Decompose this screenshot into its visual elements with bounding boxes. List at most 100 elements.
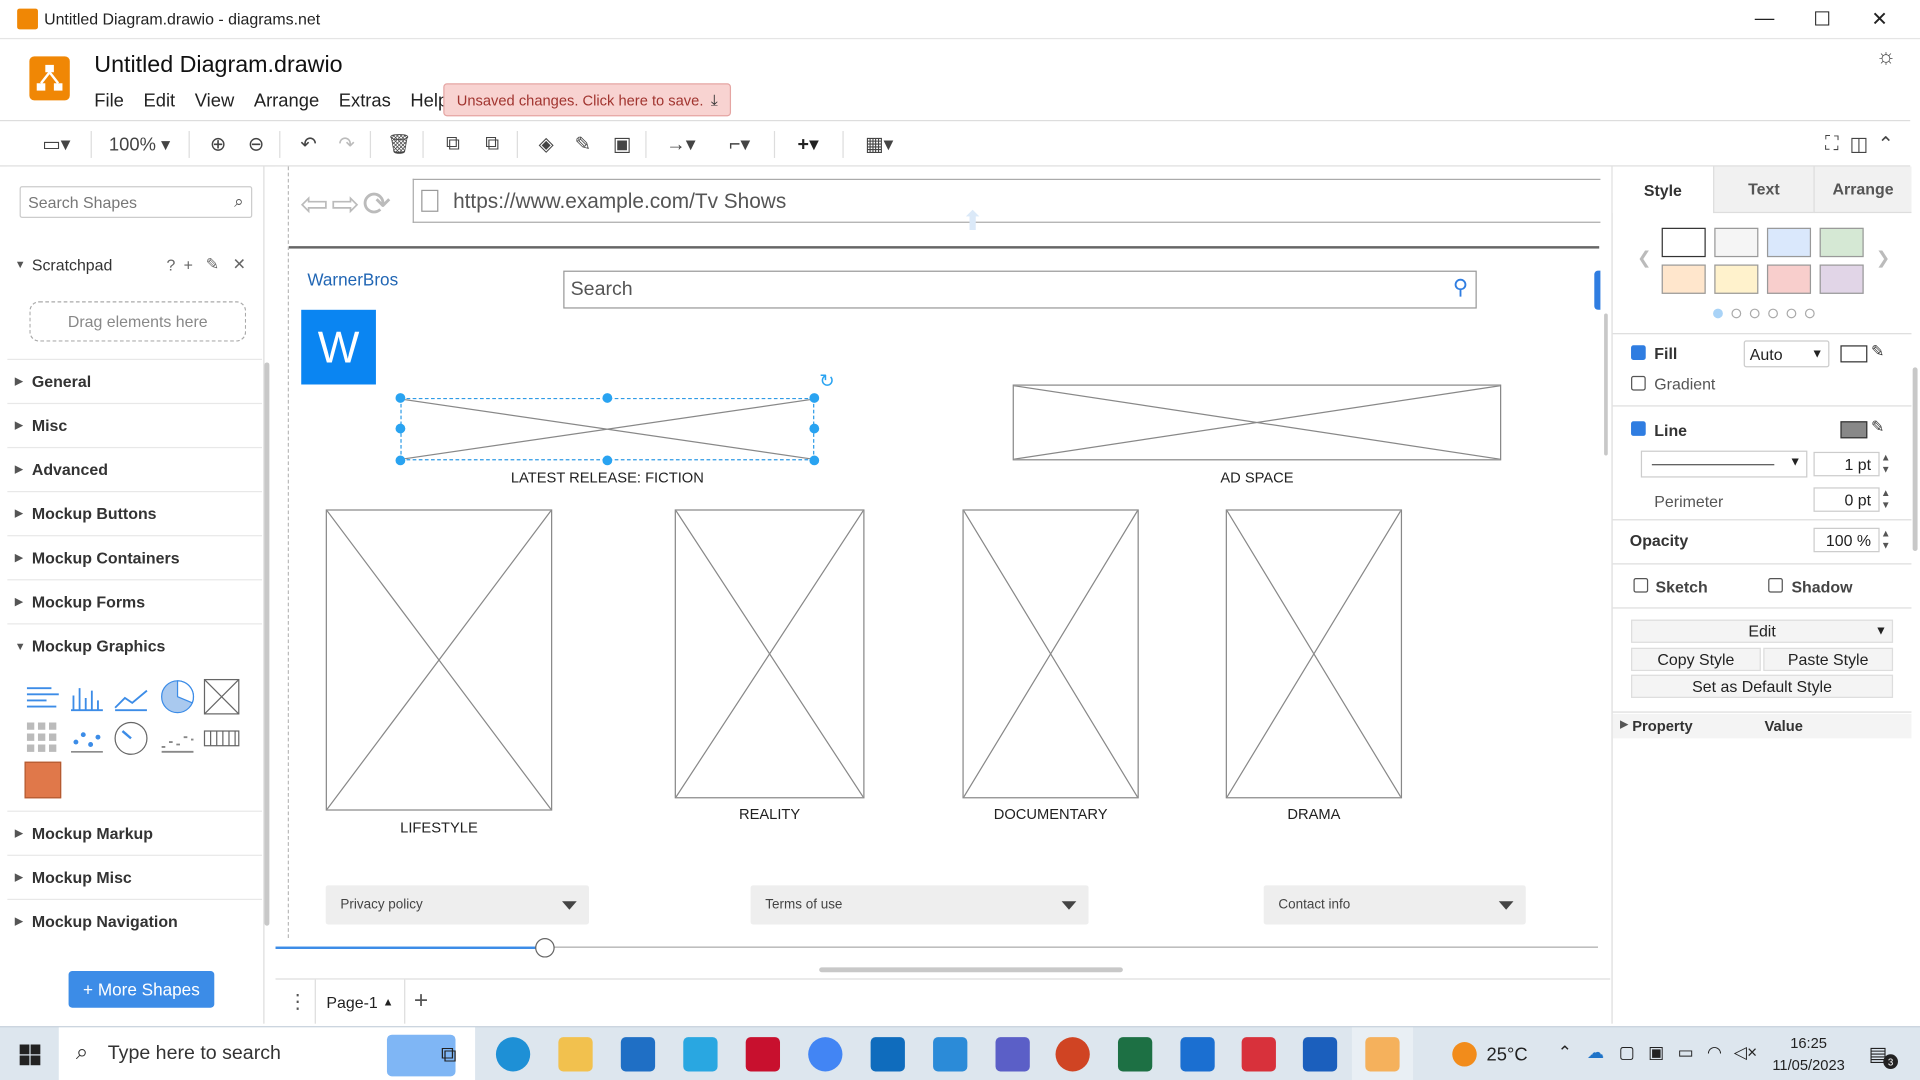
chevron-right-icon[interactable]: ❯: [1876, 247, 1890, 268]
calendar-icon[interactable]: [1180, 1037, 1215, 1072]
menu-edit[interactable]: Edit: [143, 91, 175, 112]
library-misc[interactable]: ▶ Misc: [7, 402, 263, 447]
shadow-checkbox[interactable]: [1768, 577, 1783, 593]
clock-time[interactable]: 16:25: [1771, 1035, 1847, 1052]
weather-sun-icon[interactable]: [1452, 1042, 1477, 1067]
panel-toggle-icon[interactable]: ◫: [1847, 129, 1871, 161]
tab-text[interactable]: Text: [1713, 166, 1814, 214]
image-placeholder-icon[interactable]: [203, 678, 240, 715]
perimeter-input[interactable]: 0 pt: [1813, 487, 1880, 512]
style-swatch[interactable]: [1766, 264, 1812, 294]
add-page-icon[interactable]: +: [414, 987, 428, 1015]
windows-start-icon[interactable]: [19, 1044, 41, 1066]
rotate-handle-icon[interactable]: ↻: [819, 370, 834, 392]
lifestyle-image[interactable]: [325, 509, 553, 811]
document-title[interactable]: Untitled Diagram.drawio: [94, 53, 342, 80]
style-swatch[interactable]: [1766, 227, 1812, 258]
line-color-icon[interactable]: ✎: [568, 129, 597, 161]
line-width-input[interactable]: 1 pt: [1813, 451, 1880, 477]
selection-handle[interactable]: [395, 455, 406, 466]
excel-icon[interactable]: [1117, 1037, 1153, 1072]
terms-of-use-dropdown[interactable]: Terms of use: [750, 885, 1089, 925]
style-swatch[interactable]: [1819, 227, 1864, 258]
chevron-left-icon[interactable]: ❮: [1637, 247, 1651, 268]
scatter-chart-icon[interactable]: [69, 720, 106, 757]
chevron-right-icon[interactable]: ▶: [1620, 718, 1628, 731]
vscode-icon[interactable]: [933, 1037, 968, 1072]
selection-handle[interactable]: [602, 455, 613, 466]
style-swatch[interactable]: [1714, 227, 1759, 258]
library-mockup-misc[interactable]: ▶ Mockup Misc: [7, 854, 263, 899]
theme-sun-icon[interactable]: ☼: [1876, 44, 1896, 70]
browser-address-bar[interactable]: https://www.example.com/Tv Shows: [412, 178, 1601, 223]
menu-file[interactable]: File: [94, 91, 124, 112]
mock-search-box[interactable]: Search ⚲: [563, 270, 1477, 309]
connection-style-icon[interactable]: →▾: [659, 129, 703, 161]
battery-icon[interactable]: ▭: [1678, 1042, 1694, 1063]
to-back-icon[interactable]: ⧉: [478, 129, 507, 161]
stepper-icon[interactable]: ▲ ▼: [1881, 452, 1891, 476]
mcafee-icon[interactable]: [745, 1037, 781, 1072]
grid-icon[interactable]: [24, 720, 61, 757]
line-chart-icon[interactable]: [113, 678, 150, 715]
teams-icon[interactable]: [995, 1037, 1030, 1072]
scratchpad-edit-icon[interactable]: ✎: [206, 255, 219, 275]
pages-menu-icon[interactable]: ⋮: [288, 989, 308, 1013]
pager-dot[interactable]: [1804, 308, 1815, 319]
gradient-checkbox[interactable]: [1631, 375, 1646, 391]
maximize-button[interactable]: ☐: [1794, 0, 1850, 39]
bar-chart-horizontal-icon[interactable]: [24, 678, 61, 715]
task-view-icon[interactable]: ⧉: [441, 1042, 457, 1068]
texture-swatch-icon[interactable]: [24, 761, 62, 799]
security-shield-icon[interactable]: [1302, 1037, 1338, 1072]
scratchpad-header[interactable]: ▼ Scratchpad ? + ✎ ✕: [7, 242, 262, 286]
pager-dot[interactable]: [1786, 308, 1797, 319]
clock-date[interactable]: 11/05/2023: [1766, 1057, 1852, 1074]
table-icon[interactable]: ▦▾: [857, 129, 901, 161]
sketch-checkbox[interactable]: [1633, 577, 1649, 593]
pie-chart-icon[interactable]: [159, 678, 196, 715]
l-app-icon[interactable]: [683, 1037, 718, 1072]
window-scrollbar[interactable]: [1912, 367, 1918, 552]
sidebar-scrollbar[interactable]: [264, 362, 270, 926]
zoom-select[interactable]: 100% ▾: [103, 129, 176, 161]
copy-style-button[interactable]: Copy Style: [1631, 647, 1761, 672]
library-mockup-forms[interactable]: ▶ Mockup Forms: [7, 579, 263, 623]
library-mockup-containers[interactable]: ▶ Mockup Containers: [7, 535, 263, 579]
library-mockup-graphics[interactable]: ▼ Mockup Graphics: [7, 623, 263, 667]
camera-icon[interactable]: ▢: [1619, 1042, 1635, 1063]
selection-handle[interactable]: [809, 393, 820, 403]
fill-color-swatch[interactable]: [1840, 345, 1868, 363]
edge-browser-icon[interactable]: [495, 1037, 531, 1072]
edit-style-select[interactable]: Edit ▼: [1631, 619, 1894, 643]
library-mockup-markup[interactable]: ▶ Mockup Markup: [7, 810, 263, 855]
powerpoint-icon[interactable]: [1055, 1037, 1090, 1072]
style-swatch[interactable]: [1714, 264, 1759, 294]
latest-release-image[interactable]: [400, 397, 815, 461]
taskbar-search-box[interactable]: ⌕ Type here to search: [58, 1027, 476, 1080]
onedrive-cloud-icon[interactable]: ☁: [1587, 1042, 1604, 1063]
tab-style[interactable]: Style: [1612, 166, 1714, 214]
opacity-input[interactable]: 100 %: [1813, 527, 1880, 553]
to-front-icon[interactable]: ⧉: [438, 129, 467, 161]
mock-slider-thumb[interactable]: [535, 937, 555, 958]
tab-arrange[interactable]: Arrange: [1813, 166, 1912, 214]
column-chart-icon[interactable]: [69, 678, 106, 715]
scratchpad-help-icon[interactable]: ?: [167, 255, 176, 273]
collapse-icon[interactable]: ⌃: [1873, 129, 1897, 161]
minimize-button[interactable]: —: [1736, 0, 1792, 39]
style-swatch[interactable]: [1661, 264, 1706, 294]
line-color-swatch[interactable]: [1840, 421, 1868, 439]
chevron-up-icon[interactable]: ⌃: [1558, 1042, 1572, 1063]
waypoints-icon[interactable]: ⌐▾: [718, 129, 762, 161]
snipping-tool-icon[interactable]: [1241, 1037, 1276, 1072]
scratchpad-add-icon[interactable]: +: [184, 255, 193, 273]
delete-icon[interactable]: 🗑: [384, 129, 413, 161]
style-swatch[interactable]: [1819, 264, 1864, 294]
format-panel-toggle-icon[interactable]: ▭▾: [34, 129, 78, 161]
temperature[interactable]: 25°C: [1487, 1044, 1528, 1065]
drama-image[interactable]: [1225, 509, 1403, 799]
pager-dot[interactable]: [1749, 308, 1760, 319]
line-pattern-select[interactable]: ▼: [1640, 450, 1808, 478]
redo-icon[interactable]: ↷: [332, 129, 361, 161]
